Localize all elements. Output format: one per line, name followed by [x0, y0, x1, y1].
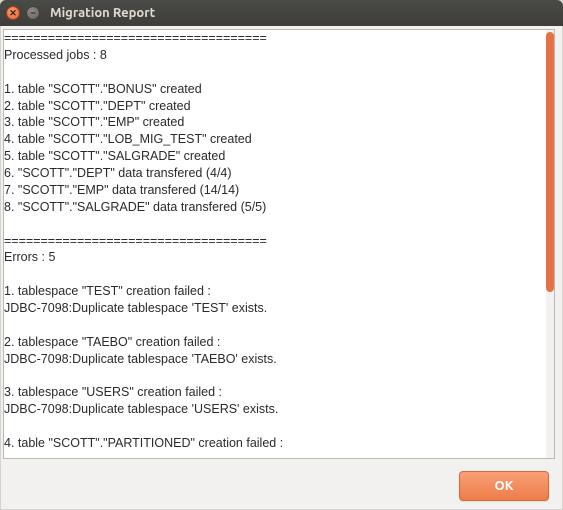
error-block: 3. tablespace "USERS" creation failed : …	[4, 385, 278, 416]
error-block: 4. table "SCOTT"."PARTITIONED" creation …	[4, 436, 283, 450]
processed-header: Processed jobs : 8	[4, 48, 107, 62]
content-area: ==================================== Pro…	[0, 26, 563, 462]
minimize-icon[interactable]: –	[26, 6, 40, 20]
error-block: 2. tablespace "TAEBO" creation failed : …	[4, 335, 277, 366]
processed-item: 8. "SCOTT"."SALGRADE" data transfered (5…	[4, 200, 266, 214]
titlebar: ✕ – Migration Report	[0, 0, 563, 26]
report-text: ==================================== Pro…	[4, 30, 554, 452]
close-icon[interactable]: ✕	[6, 6, 20, 20]
processed-item: 1. table "SCOTT"."BONUS" created	[4, 82, 202, 96]
scroll-thumb[interactable]	[546, 32, 554, 292]
error-block: 1. tablespace "TEST" creation failed : J…	[4, 284, 267, 315]
processed-item: 6. "SCOTT"."DEPT" data transfered (4/4)	[4, 166, 232, 180]
report-text-pane: ==================================== Pro…	[3, 29, 555, 459]
window-title: Migration Report	[50, 6, 155, 20]
processed-item: 5. table "SCOTT"."SALGRADE" created	[4, 149, 225, 163]
vertical-scrollbar[interactable]	[546, 30, 554, 458]
processed-item: 3. table "SCOTT"."EMP" created	[4, 115, 184, 129]
divider-line: ====================================	[4, 234, 267, 248]
processed-item: 4. table "SCOTT"."LOB_MIG_TEST" created	[4, 132, 252, 146]
ok-button[interactable]: OK	[459, 471, 549, 501]
ok-button-label: OK	[495, 479, 514, 493]
processed-item: 7. "SCOTT"."EMP" data transfered (14/14)	[4, 183, 239, 197]
migration-report-window: ✕ – Migration Report ===================…	[0, 0, 563, 510]
errors-header: Errors : 5	[4, 250, 55, 264]
window-buttons: ✕ –	[6, 6, 40, 20]
button-bar: OK	[0, 462, 563, 510]
processed-item: 2. table "SCOTT"."DEPT" created	[4, 99, 191, 113]
divider-line: ====================================	[4, 31, 267, 45]
